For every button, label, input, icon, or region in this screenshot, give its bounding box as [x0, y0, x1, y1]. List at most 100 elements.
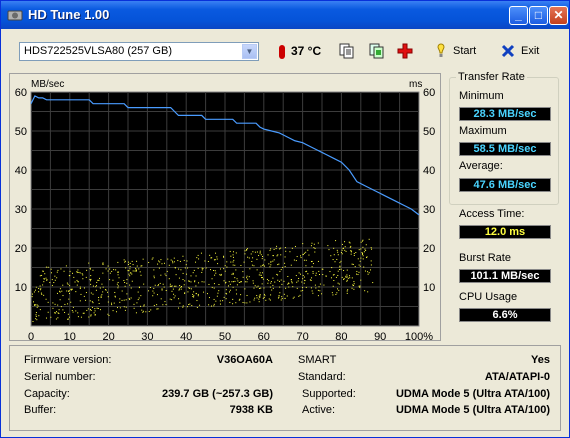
access-time-point	[54, 279, 56, 281]
access-time-point	[314, 251, 316, 253]
access-time-point	[115, 311, 117, 313]
access-time-point	[278, 296, 280, 298]
access-time-point	[187, 291, 189, 293]
access-time-point	[163, 286, 165, 288]
access-time-point	[160, 298, 162, 300]
access-time-point	[169, 285, 171, 287]
exit-button[interactable]: Exit	[521, 45, 539, 57]
access-time-point	[317, 260, 319, 262]
minimize-button[interactable]: _	[509, 6, 528, 25]
access-time-point	[128, 270, 130, 272]
access-time-point	[264, 259, 266, 261]
health-icon[interactable]	[397, 43, 413, 59]
access-time-point	[302, 254, 304, 256]
access-time-point	[112, 310, 114, 312]
access-time-point	[353, 284, 355, 286]
access-time-point	[102, 272, 104, 274]
access-time-point	[333, 254, 335, 256]
exit-icon[interactable]	[500, 43, 516, 59]
access-time-point	[55, 318, 57, 320]
access-time-point	[252, 280, 254, 282]
app-window: HD Tune 1.00 _ □ ✕ HDS722525VLSA80 (257 …	[0, 0, 570, 438]
access-time-point	[353, 288, 355, 290]
access-time-point	[41, 293, 43, 295]
access-time-point	[291, 281, 293, 283]
close-button[interactable]: ✕	[549, 6, 568, 25]
access-time-point	[164, 301, 166, 303]
access-time-point	[74, 281, 76, 283]
access-time-point	[194, 281, 196, 283]
access-time-point	[178, 277, 180, 279]
access-time-point	[297, 280, 299, 282]
access-time-point	[207, 260, 209, 262]
access-time-point	[260, 274, 262, 276]
access-time-point	[179, 260, 181, 262]
access-time-point	[276, 255, 278, 257]
access-time-point	[339, 265, 341, 267]
access-time-point	[153, 292, 155, 294]
access-time-point	[201, 271, 203, 273]
access-time-point	[345, 276, 347, 278]
access-time-point	[283, 293, 285, 295]
access-time-point	[293, 296, 295, 298]
cpu-usage-label: CPU Usage	[459, 291, 518, 303]
access-time-point	[279, 292, 281, 294]
access-time-point	[229, 289, 231, 291]
access-time-point	[279, 248, 281, 250]
start-icon[interactable]	[433, 43, 449, 59]
access-time-point	[39, 285, 41, 287]
access-time-point	[43, 281, 45, 283]
access-time-point	[197, 293, 199, 295]
access-time-point	[195, 261, 197, 263]
access-time-point	[190, 275, 192, 277]
access-time-point	[124, 309, 126, 311]
drive-select[interactable]: HDS722525VLSA80 (257 GB) ▼	[19, 42, 259, 61]
access-time-point	[71, 272, 73, 274]
access-time-point	[178, 298, 180, 300]
save-screenshot-icon[interactable]	[369, 43, 385, 59]
access-time-point	[35, 304, 37, 306]
access-time-point	[259, 250, 261, 252]
start-button[interactable]: Start	[453, 45, 476, 57]
access-time-point	[292, 297, 294, 299]
access-time-point	[119, 307, 121, 309]
access-time-point	[156, 304, 158, 306]
access-time-point	[189, 280, 191, 282]
access-time-point	[362, 252, 364, 254]
access-time-point	[82, 274, 84, 276]
access-time-point	[90, 292, 92, 294]
access-time-point	[40, 292, 42, 294]
access-time-point	[319, 290, 321, 292]
access-time-point	[117, 287, 119, 289]
access-time-point	[248, 276, 250, 278]
access-time-point	[269, 299, 271, 301]
access-time-point	[193, 269, 195, 271]
maximize-button[interactable]: □	[529, 6, 548, 25]
access-time-point	[203, 291, 205, 293]
access-time-point	[88, 316, 90, 318]
access-time-point	[351, 277, 353, 279]
access-time-point	[72, 306, 74, 308]
access-time-point	[77, 281, 79, 283]
access-time-point	[315, 274, 317, 276]
access-time-point	[99, 309, 101, 311]
access-time-point	[57, 304, 59, 306]
copy-icon[interactable]	[339, 43, 355, 59]
access-time-point	[90, 315, 92, 317]
standard-value: ATA/ATAPI-0	[484, 371, 550, 383]
access-time-point	[296, 287, 298, 289]
title-bar[interactable]: HD Tune 1.00 _ □ ✕	[1, 1, 569, 29]
access-time-point	[211, 278, 213, 280]
access-time-point	[347, 277, 349, 279]
access-time-point	[342, 248, 344, 250]
access-time-point	[182, 306, 184, 308]
access-time-point	[66, 282, 68, 284]
active-value: UDMA Mode 5 (Ultra ATA/100)	[395, 404, 550, 416]
access-time-point	[274, 281, 276, 283]
access-time-point	[275, 248, 277, 250]
access-time-point	[80, 293, 82, 295]
access-time-point	[225, 282, 227, 284]
chevron-down-icon[interactable]: ▼	[242, 44, 257, 59]
burst-rate-label: Burst Rate	[459, 252, 511, 264]
access-time-point	[83, 295, 85, 297]
